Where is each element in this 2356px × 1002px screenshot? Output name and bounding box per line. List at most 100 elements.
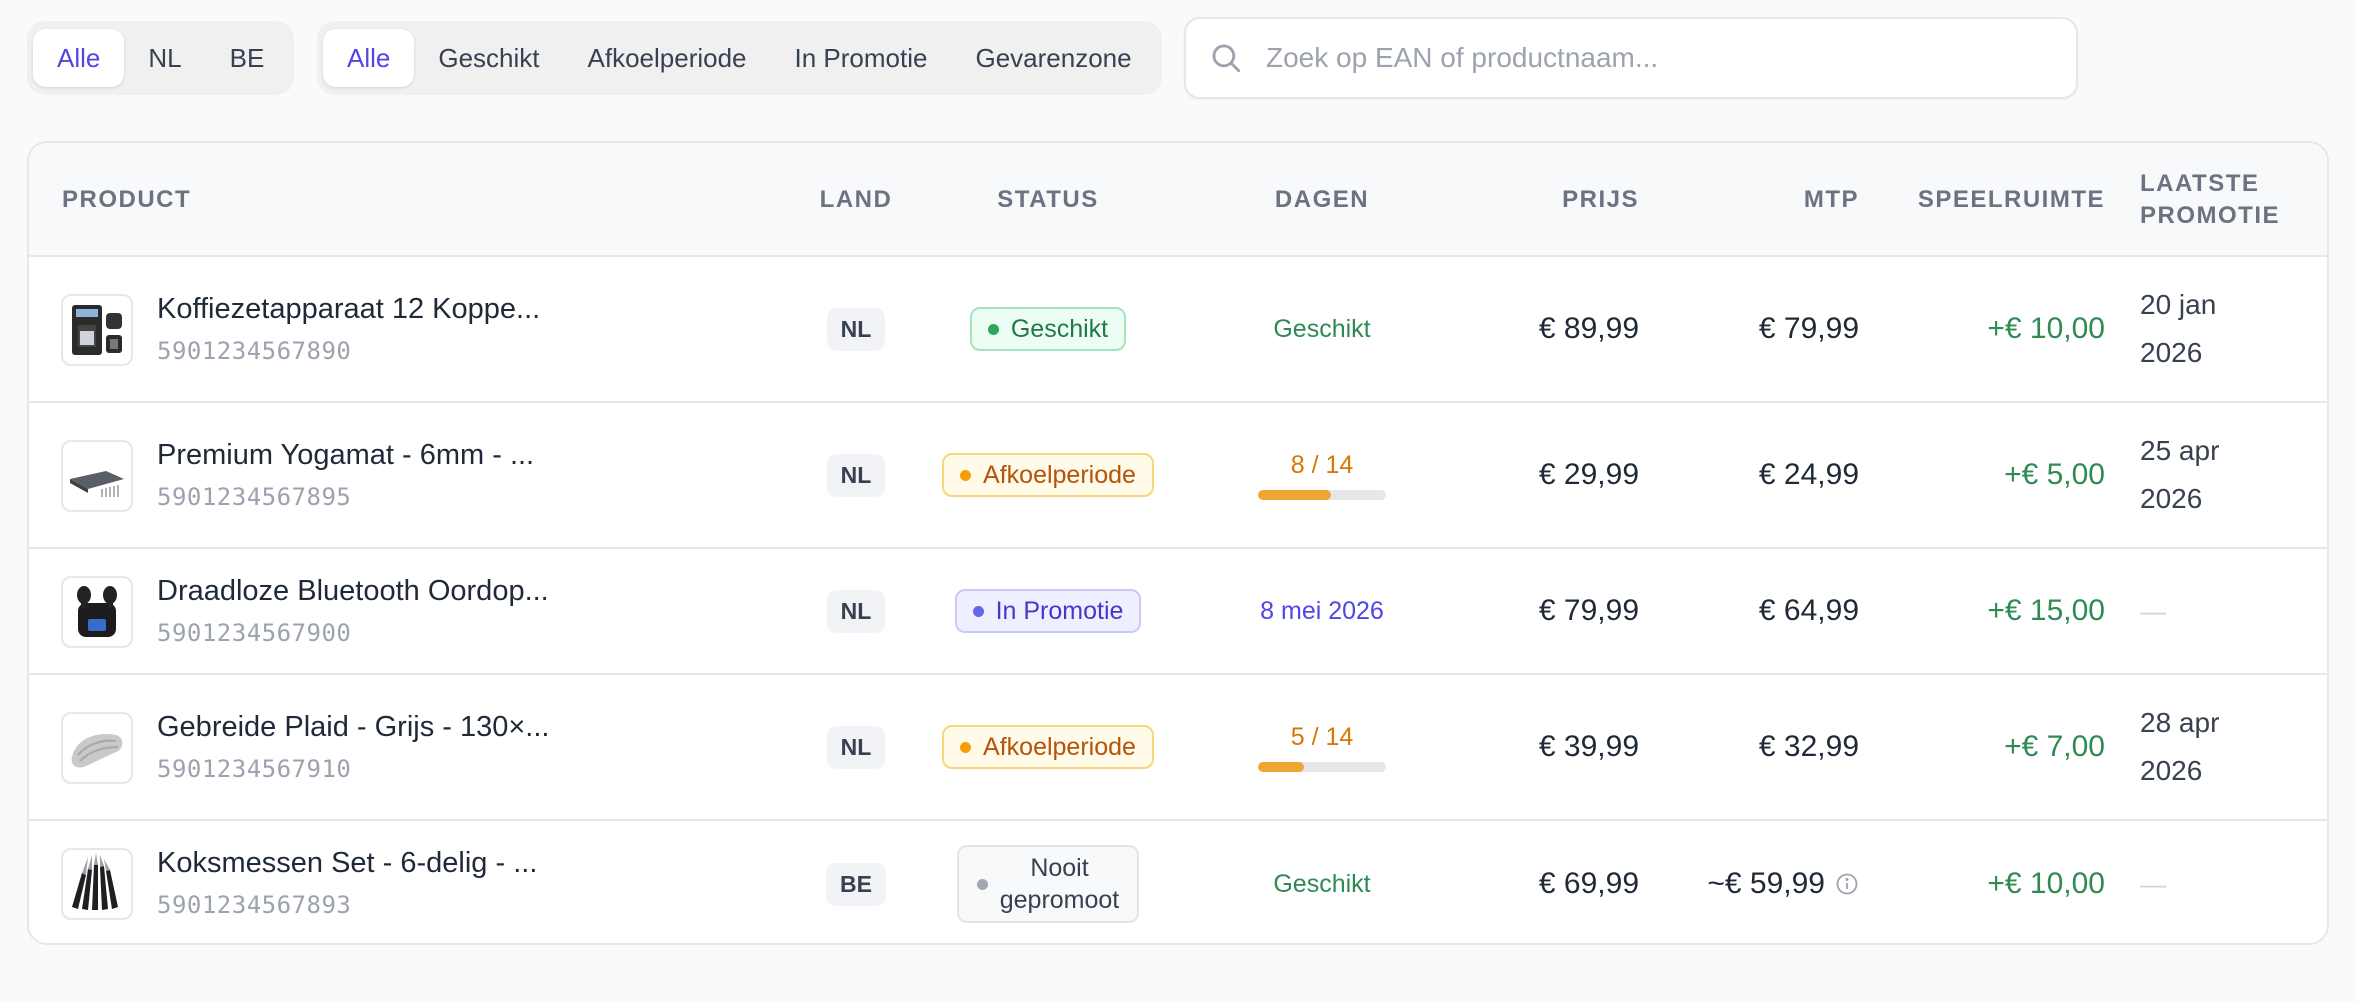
cooldown-progress-label: 5 / 14 [1290,722,1354,751]
margin-cell: +€ 10,00 [1987,867,2105,900]
country-cell: NL [791,403,921,547]
status-dot [960,741,972,753]
country-cell: BE [791,821,921,943]
table-header: PRODUCT LAND STATUS DAGEN PRIJS MTP SPEE… [29,143,2327,257]
knife-set-icon [61,848,133,920]
cooldown-progress: 5 / 14 [1258,723,1386,772]
product-name[interactable]: Gebreide Plaid - Grijs - 130×... [157,711,549,744]
cooldown-progress: 8 / 14 [1258,451,1386,500]
last-promo-date: 20 jan [2140,289,2217,320]
cooldown-progress-track [1258,489,1386,500]
last-promo-cell: 20 jan 2026 [2140,257,2216,401]
header-laatste-promotie-line2: PROMOTIE [2140,202,2281,229]
cooldown-progress-track [1258,761,1386,772]
status-filter-in-promotie[interactable]: In Promotie [771,29,952,87]
header-laatste-promotie-line1: LAATSTE [2140,170,2260,197]
last-promo-year: 2026 [2140,755,2203,786]
header-dagen[interactable]: DAGEN [1214,143,1430,257]
product-name[interactable]: Koffiezetapparaat 12 Koppe... [157,293,540,326]
country-cell: NL [791,549,921,673]
status-label-line2: gepromoot [999,886,1120,914]
country-badge: BE [826,862,886,906]
mtp-cell: € 79,99 [1758,312,1859,345]
search-input[interactable] [1266,28,2076,88]
country-cell: NL [791,675,921,819]
status-dot [976,878,988,890]
status-filter: Alle Geschikt Afkoelperiode In Promotie … [317,21,1162,95]
yoga-mat-icon [61,440,133,512]
status-dot [960,469,972,481]
info-icon[interactable] [1835,872,1859,896]
blanket-icon [61,712,133,784]
header-laatste-promotie[interactable]: LAATSTE PROMOTIE [2140,143,2280,257]
country-filter: Alle NL BE [27,21,295,95]
last-promo-empty: — [2140,868,2166,899]
product-ean: 5901234567910 [157,755,352,783]
status-label: In Promotie [995,596,1124,625]
header-prijs[interactable]: PRIJS [1439,143,1639,257]
country-filter-nl[interactable]: NL [124,29,205,87]
days-cell: 8 / 14 [1214,403,1430,547]
margin-cell: +€ 5,00 [2004,458,2105,491]
table-row[interactable]: Draadloze Bluetooth Oordop... 5901234567… [29,549,2327,675]
table-row[interactable]: Koksmessen Set - 6-delig - ... 590123456… [29,821,2327,943]
cooldown-progress-fill [1258,489,1332,500]
country-badge: NL [826,307,886,351]
country-filter-all[interactable]: Alle [33,29,125,87]
days-cell: 8 mei 2026 [1214,549,1430,673]
product-name[interactable]: Draadloze Bluetooth Oordop... [157,575,549,608]
status-badge: In Promotie [954,589,1142,633]
product-ean: 5901234567893 [157,891,352,919]
status-badge: Nooit gepromoot [956,845,1140,923]
product-name[interactable]: Premium Yogamat - 6mm - ... [157,439,534,472]
mtp-cell: € 24,99 [1758,458,1859,491]
status-filter-geschikt[interactable]: Geschikt [414,29,563,87]
cooldown-progress-fill [1258,761,1304,772]
last-promo-cell: — [2140,821,2166,943]
status-label: Geschikt [1010,314,1109,343]
price-cell: € 69,99 [1538,867,1639,900]
last-promo-date: 28 apr [2140,707,2220,738]
price-cell: € 79,99 [1538,594,1639,627]
header-product[interactable]: PRODUCT [62,143,191,257]
header-land[interactable]: LAND [791,143,921,257]
price-cell: € 89,99 [1538,312,1639,345]
margin-cell: +€ 15,00 [1987,594,2105,627]
last-promo-date: 25 apr [2140,435,2220,466]
product-name[interactable]: Koksmessen Set - 6-delig - ... [157,847,537,880]
country-badge: NL [826,589,886,633]
status-label: Nooit gepromoot [1000,852,1120,916]
status-cell: Afkoelperiode [940,675,1156,819]
margin-cell: +€ 10,00 [1987,312,2105,345]
status-badge: Afkoelperiode [942,453,1154,497]
status-filter-afkoelperiode[interactable]: Afkoelperiode [564,29,771,87]
country-filter-be[interactable]: BE [206,29,289,87]
header-mtp[interactable]: MTP [1659,143,1859,257]
header-status[interactable]: STATUS [940,143,1156,257]
price-cell: € 39,99 [1538,730,1639,763]
search-icon [1206,38,1246,78]
days-label: Geschikt [1273,869,1371,898]
product-ean: 5901234567890 [157,337,352,365]
last-promo-empty: — [2140,595,2166,626]
mtp-cell: € 64,99 [1758,594,1859,627]
status-filter-gevarenzone[interactable]: Gevarenzone [951,29,1155,87]
last-promo-year: 2026 [2140,483,2203,514]
status-badge: Afkoelperiode [942,725,1154,769]
search-box [1184,17,2078,99]
table-row[interactable]: Gebreide Plaid - Grijs - 130×... 5901234… [29,675,2327,821]
status-cell: Geschikt [940,257,1156,401]
status-label: Afkoelperiode [983,460,1136,489]
country-badge: NL [826,725,886,769]
last-promo-cell: — [2140,549,2166,673]
status-badge: Geschikt [969,307,1127,351]
mtp-value: ~€ 59,99 [1707,867,1825,900]
days-cell: 5 / 14 [1214,675,1430,819]
status-dot [972,605,984,617]
table-row[interactable]: Premium Yogamat - 6mm - ... 590123456789… [29,403,2327,549]
table-row[interactable]: Koffiezetapparaat 12 Koppe... 5901234567… [29,257,2327,403]
status-filter-all[interactable]: Alle [323,29,415,87]
days-cell: Geschikt [1214,257,1430,401]
earbuds-icon [61,576,133,648]
header-speelruimte[interactable]: SPEELRUIMTE [1879,143,2105,257]
